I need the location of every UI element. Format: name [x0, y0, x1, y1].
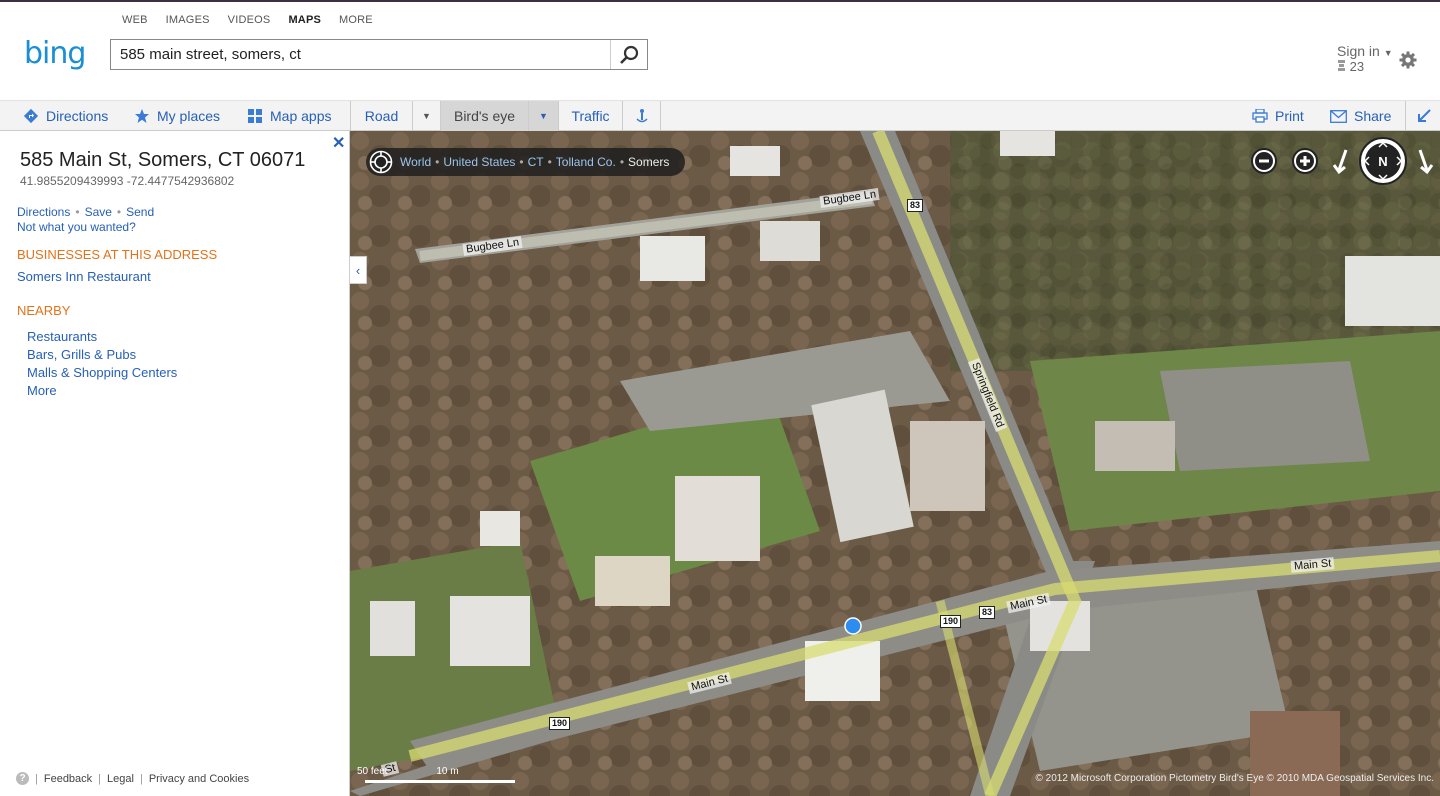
directions-button[interactable]: Directions [23, 108, 108, 124]
tab-birds-eye[interactable]: Bird's eye [441, 101, 529, 131]
sign-in-label: Sign in [1337, 43, 1380, 59]
compass-icon[interactable]: N [1358, 136, 1408, 186]
nearby-header: NEARBY [17, 303, 71, 318]
nav-videos[interactable]: VIDEOS [228, 14, 271, 26]
map-scale: 50 feet 10 m [357, 766, 515, 783]
route-shield-83-north: 83 [907, 199, 924, 212]
zoom-in-icon[interactable] [1291, 147, 1319, 175]
search-button[interactable] [610, 40, 647, 69]
settings-button[interactable] [1399, 51, 1417, 74]
my-places-label: My places [157, 108, 221, 124]
business-link[interactable]: Somers Inn Restaurant [17, 269, 151, 284]
address-actions: Directions • Save • Send [17, 205, 155, 219]
tab-traffic-label: Traffic [571, 108, 610, 124]
points-count: 23 [1349, 59, 1365, 74]
help-icon[interactable]: ? [16, 772, 29, 785]
view-tabs: Road ▼ Bird's eye ▼ Traffic [350, 101, 661, 131]
rotate-left-icon[interactable] [1331, 148, 1353, 176]
not-what-you-wanted-link[interactable]: Not what you wanted? [17, 220, 136, 234]
breadcrumb-somers: Somers [628, 155, 670, 169]
chevron-down-icon: ▼ [539, 111, 548, 121]
locate-me-icon[interactable] [369, 150, 393, 174]
search-box [110, 39, 648, 70]
logo-text: bing [24, 36, 86, 71]
top-nav: WEB IMAGES VIDEOS MAPS MORE [122, 14, 391, 26]
copyright-text: © 2012 Microsoft Corporation Pictometry … [1035, 773, 1434, 784]
tab-road[interactable]: Road [351, 101, 413, 131]
gear-icon [1399, 51, 1417, 69]
breadcrumb-tolland[interactable]: Tolland Co. [556, 155, 616, 169]
tab-traffic[interactable]: Traffic [559, 101, 623, 131]
route-shield-83-south: 83 [979, 606, 996, 619]
collapse-panel-button[interactable]: ‹ [350, 256, 367, 284]
arrow-collapse-icon [1417, 109, 1431, 122]
nav-maps[interactable]: MAPS [288, 14, 321, 26]
map-view[interactable]: Bugbee Ln Bugbee Ln Springfield Rd Main … [350, 131, 1440, 796]
map-toolbar: Directions My places Map apps Road ▼ Bir… [0, 100, 1440, 131]
streetside-person-icon [635, 109, 648, 123]
rewards-icon [1338, 60, 1345, 71]
tab-road-label: Road [364, 108, 399, 124]
coordinates: 41.9855209439993 -72.4477542936802 [20, 174, 235, 188]
scale-bar [365, 780, 515, 783]
map-apps-label: Map apps [270, 108, 332, 124]
directions-icon [23, 108, 39, 124]
star-icon [135, 109, 149, 123]
minimize-panel-button[interactable] [1405, 101, 1440, 131]
rotate-right-icon[interactable] [1413, 148, 1435, 176]
businesses-header: BUSINESSES AT THIS ADDRESS [17, 247, 218, 262]
breadcrumb-ct[interactable]: CT [528, 155, 544, 169]
nav-more[interactable]: MORE [339, 14, 373, 26]
action-save[interactable]: Save [85, 205, 112, 219]
search-input[interactable] [120, 46, 600, 63]
svg-text:N: N [1378, 154, 1387, 169]
print-label: Print [1275, 108, 1304, 124]
tab-birds-eye-label: Bird's eye [453, 108, 516, 124]
route-shield-190-east: 190 [940, 615, 962, 628]
location-breadcrumb: World • United States • CT • Tolland Co. • S… [366, 148, 686, 176]
share-label: Share [1354, 108, 1392, 124]
nearby-bars[interactable]: Bars, Grills & Pubs [27, 347, 136, 362]
top-accent-line [0, 0, 1440, 2]
sign-in[interactable]: Sign in ▼ 23 [1337, 43, 1393, 74]
apps-grid-icon [248, 108, 262, 123]
directions-label: Directions [46, 108, 109, 124]
search-icon [620, 45, 639, 64]
bing-logo[interactable]: bing [24, 36, 86, 71]
nav-web[interactable]: WEB [122, 14, 148, 26]
mail-icon [1330, 109, 1347, 123]
feedback-link[interactable]: Feedback [44, 773, 92, 785]
nearby-malls[interactable]: Malls & Shopping Centers [27, 365, 177, 380]
breadcrumb-us[interactable]: United States [443, 155, 515, 169]
birds-eye-dropdown[interactable]: ▼ [529, 101, 559, 131]
nearby-more[interactable]: More [27, 383, 57, 398]
share-button[interactable]: Share [1330, 108, 1391, 124]
left-panel: ✕ 585 Main St, Somers, CT 06071 41.98552… [0, 131, 350, 796]
rewards-points: 23 [1337, 59, 1393, 74]
scale-feet: 50 feet [357, 766, 388, 777]
printer-icon [1252, 109, 1268, 123]
panel-footer: ? | Feedback | Legal | Privacy and Cooki… [16, 772, 249, 785]
close-icon[interactable]: ✕ [332, 133, 345, 153]
my-places-button[interactable]: My places [134, 108, 220, 124]
zoom-out-icon[interactable] [1250, 147, 1278, 175]
action-send[interactable]: Send [126, 205, 154, 219]
route-shield-190-west: 190 [549, 717, 571, 730]
map-apps-button[interactable]: Map apps [248, 108, 331, 124]
privacy-link[interactable]: Privacy and Cookies [149, 773, 249, 785]
address-title: 585 Main St, Somers, CT 06071 [20, 149, 306, 171]
breadcrumb-world[interactable]: World [400, 155, 431, 169]
road-dropdown[interactable]: ▼ [413, 101, 441, 131]
nearby-restaurants[interactable]: Restaurants [27, 329, 97, 344]
streetside-button[interactable] [623, 101, 661, 131]
nav-images[interactable]: IMAGES [166, 14, 210, 26]
print-button[interactable]: Print [1252, 108, 1304, 124]
scale-meters: 10 m [436, 766, 459, 777]
action-directions[interactable]: Directions [17, 205, 70, 219]
legal-link[interactable]: Legal [107, 773, 134, 785]
aerial-imagery [350, 131, 1440, 796]
chevron-left-icon: ‹ [355, 262, 361, 278]
chevron-down-icon: ▼ [422, 111, 431, 121]
